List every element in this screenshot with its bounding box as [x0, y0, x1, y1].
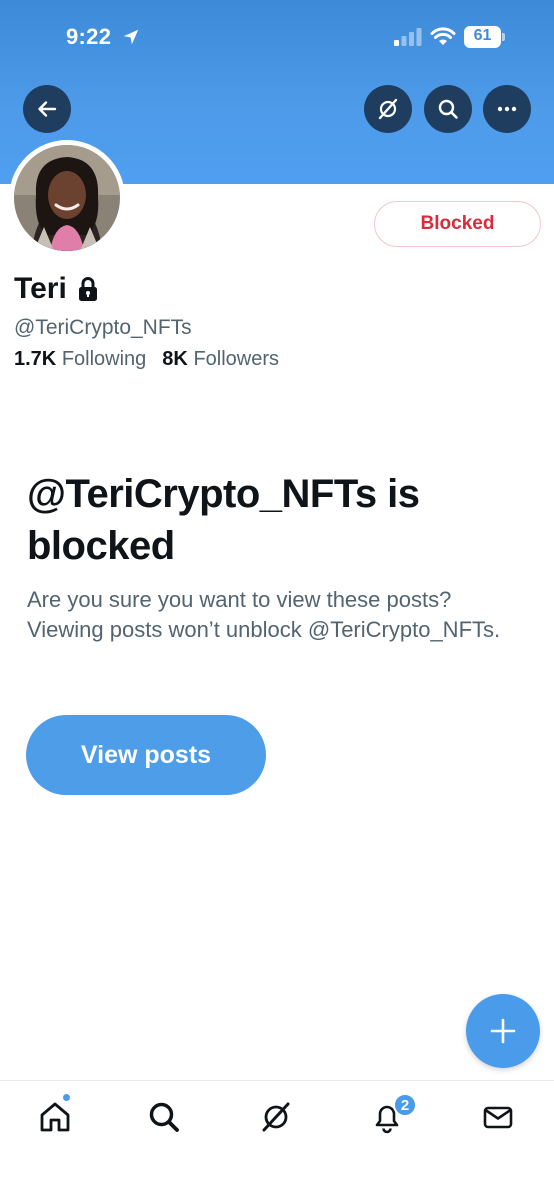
bottom-tab-bar: [0, 1080, 554, 1199]
blocked-button[interactable]: Blocked: [374, 201, 541, 247]
tab-search[interactable]: [144, 1097, 184, 1137]
tab-messages[interactable]: [478, 1097, 518, 1137]
back-button[interactable]: [23, 85, 71, 133]
grok-icon: [378, 98, 398, 120]
lock-icon: [78, 277, 97, 301]
view-posts-button[interactable]: View posts: [26, 715, 266, 795]
display-name: Teri: [14, 272, 67, 305]
signal-icon: [394, 28, 422, 46]
profile-handle: @TeriCrypto_NFTs: [14, 316, 192, 339]
search-icon: [438, 99, 458, 119]
blocked-notice-description: Are you sure you want to view these post…: [27, 587, 501, 642]
followers-count: 8K: [162, 348, 188, 370]
search-icon: [149, 1102, 179, 1132]
following-label: Following: [61, 348, 147, 370]
plus-icon: [490, 1018, 516, 1044]
followers-stat[interactable]: 8K Followers: [162, 348, 279, 371]
notifications-badge: 2: [393, 1093, 417, 1117]
battery-indicator: 61: [464, 26, 506, 48]
home-icon: [40, 1102, 70, 1132]
battery-level: 61: [473, 27, 492, 44]
profile-name-row: Teri: [14, 272, 99, 306]
avatar[interactable]: [9, 140, 125, 256]
tab-home[interactable]: [35, 1097, 75, 1137]
following-count: 1.7K: [14, 348, 57, 370]
following-stat[interactable]: 1.7K Following: [14, 348, 146, 371]
profile-stats: 1.7K Following 8K Followers: [14, 348, 279, 371]
more-button[interactable]: [483, 85, 531, 133]
location-arrow-icon: [123, 29, 139, 45]
grok-icon: [262, 1102, 290, 1132]
tab-grok[interactable]: [256, 1097, 296, 1137]
avatar-photo: [14, 145, 120, 251]
status-bar: 9:22 61: [0, 0, 554, 70]
wifi-icon: [430, 27, 456, 45]
grok-button[interactable]: [364, 85, 412, 133]
home-unread-dot: [62, 1093, 71, 1102]
blocked-notice-title: @TeriCrypto_NFTs is blocked: [27, 472, 420, 568]
ellipsis-icon: [497, 106, 517, 112]
status-time: 9:22: [66, 24, 112, 49]
arrow-left-icon: [38, 101, 57, 117]
followers-label: Followers: [193, 348, 280, 370]
envelope-icon: [483, 1106, 513, 1129]
compose-post-button[interactable]: [466, 994, 540, 1068]
search-button[interactable]: [424, 85, 472, 133]
